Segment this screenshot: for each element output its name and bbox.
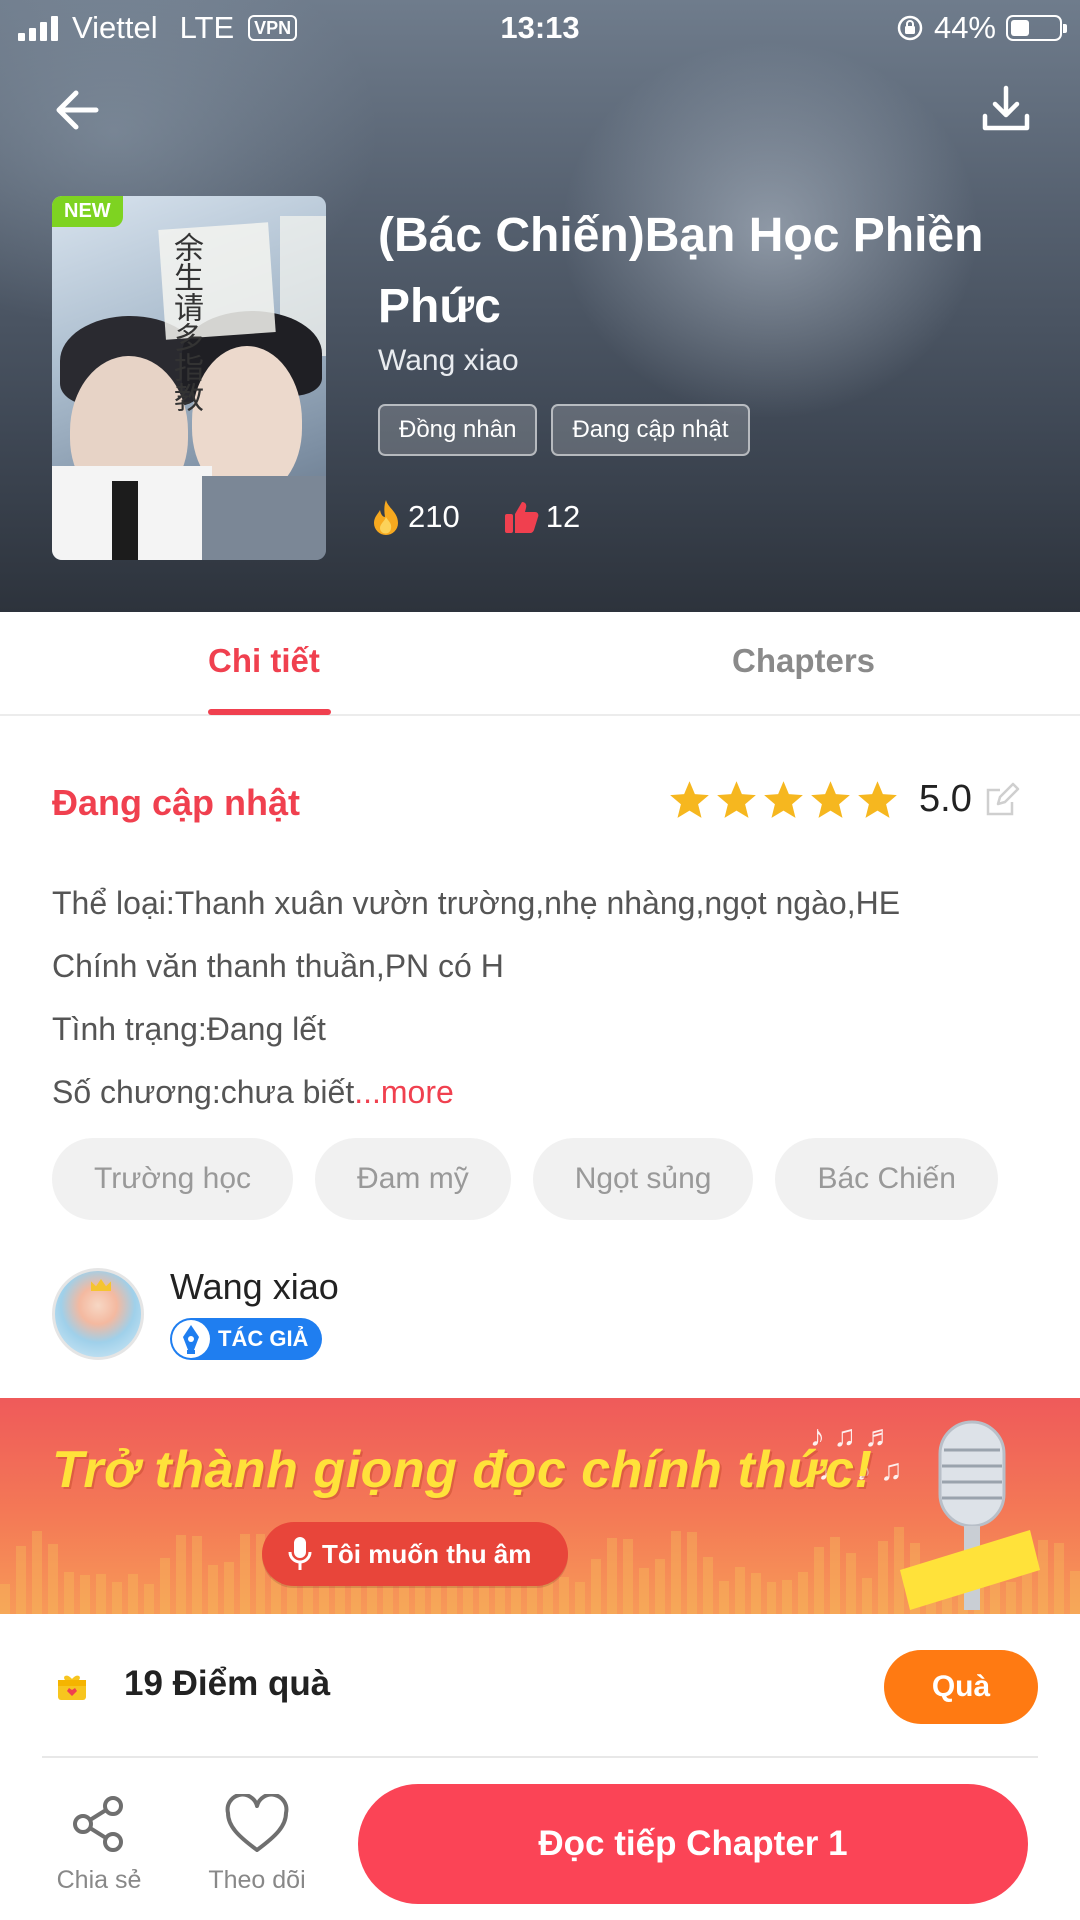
- fire-icon: [374, 500, 398, 535]
- description-line: Số chương:chưa biết...more: [52, 1061, 1032, 1124]
- description-text: Số chương:chưa biết: [52, 1074, 355, 1110]
- cover-title-text: 余生请多指教: [168, 232, 203, 412]
- continue-reading-button[interactable]: Đọc tiếp Chapter 1: [358, 1784, 1028, 1904]
- gift-points-text: 19 Điểm quà: [124, 1664, 331, 1703]
- rating-stars: [668, 779, 899, 821]
- back-button[interactable]: [50, 82, 106, 138]
- tag-category: Đồng nhân: [378, 404, 538, 456]
- record-button-label: Tôi muốn thu âm: [322, 1539, 532, 1569]
- star-icon: [811, 780, 850, 818]
- star-icon: [670, 780, 709, 818]
- rating-score: 5.0: [919, 778, 972, 820]
- likes-count: 12: [545, 499, 581, 534]
- author-badge-label: TÁC GIẢ: [218, 1326, 309, 1351]
- microphone-icon: [288, 1537, 312, 1570]
- status-bar: Viettel LTE VPN 13:13 44%: [0, 0, 1080, 56]
- new-badge: NEW: [52, 196, 123, 227]
- star-icon: [764, 780, 803, 818]
- genre-tags: Trường học Đam mỹ Ngọt sủng Bác Chiến: [52, 1138, 998, 1220]
- author-badge: TÁC GIẢ: [170, 1318, 323, 1360]
- share-icon: [73, 1796, 123, 1852]
- genre-tag[interactable]: Trường học: [52, 1138, 294, 1220]
- views-count: 210: [408, 499, 460, 534]
- avatar[interactable]: [52, 1268, 144, 1360]
- tag-status: Đang cập nhật: [551, 404, 750, 456]
- author-name[interactable]: Wang xiao: [170, 1266, 339, 1308]
- download-button[interactable]: [978, 82, 1034, 138]
- genre-tag[interactable]: Bác Chiến: [775, 1138, 998, 1220]
- active-tab-indicator: [208, 709, 331, 715]
- genre-tag[interactable]: Đam mỹ: [315, 1138, 511, 1220]
- update-status: Đang cập nhật: [52, 782, 301, 823]
- bottom-action-bar: Chia sẻ Theo dõi Đọc tiếp Chapter 1: [0, 1768, 1080, 1920]
- gift-points-row: 19 Điểm quà Quà: [0, 1614, 1080, 1762]
- star-icon: [858, 780, 897, 818]
- download-icon: [982, 85, 1030, 131]
- book-description: Thể loại:Thanh xuân vườn trường,nhẹ nhàn…: [52, 872, 1032, 1124]
- more-link[interactable]: ...more: [354, 1074, 454, 1110]
- thumbs-up-icon: [504, 502, 539, 533]
- tab-bar: Chi tiết Chapters: [0, 612, 1080, 716]
- microphone-illustration: [900, 1420, 1040, 1610]
- pen-icon: [172, 1320, 210, 1358]
- star-icon: [717, 780, 756, 818]
- share-button[interactable]: Chia sẻ: [46, 1794, 152, 1895]
- description-line: Chính văn thanh thuần,PN có H: [52, 948, 504, 984]
- gift-icon: [58, 1675, 86, 1700]
- tab-details[interactable]: Chi tiết: [208, 642, 320, 680]
- book-stats: 210 12: [370, 498, 624, 536]
- banner-title: Trở thành giọng đọc chính thức!: [52, 1441, 873, 1499]
- author-profile[interactable]: Wang xiao TÁC GIẢ: [52, 1266, 1032, 1366]
- book-author[interactable]: Wang xiao: [378, 344, 519, 378]
- genre-tag[interactable]: Ngọt sủng: [532, 1138, 754, 1220]
- book-tags: Đồng nhân Đang cập nhật: [378, 404, 750, 456]
- rotation-lock-icon: [897, 15, 923, 41]
- follow-label: Theo dõi: [208, 1866, 306, 1894]
- book-header: Viettel LTE VPN 13:13 44% 余生请多指教 NEW (Bá…: [0, 0, 1080, 612]
- voice-recruit-banner[interactable]: ♪ ♫ ♬ ♩ ♪ ♫ Trở thành giọng đọc chính th…: [0, 1398, 1080, 1614]
- book-cover[interactable]: 余生请多指教 NEW: [52, 196, 326, 560]
- battery-percent: 44%: [933, 10, 996, 45]
- divider: [42, 1756, 1038, 1758]
- description-line: Thể loại:Thanh xuân vườn trường,nhẹ nhàn…: [52, 885, 901, 921]
- tab-chapters[interactable]: Chapters: [732, 642, 875, 680]
- battery-icon: [1006, 15, 1067, 41]
- share-label: Chia sẻ: [56, 1866, 142, 1894]
- rating: 5.0: [668, 778, 1020, 821]
- heart-icon: [225, 1794, 289, 1852]
- gift-button[interactable]: Quà: [884, 1650, 1038, 1724]
- record-button[interactable]: Tôi muốn thu âm: [262, 1522, 568, 1586]
- book-title: (Bác Chiến)Bạn Học Phiền Phức: [378, 209, 984, 333]
- arrow-left-icon: [56, 90, 99, 130]
- edit-rating-icon[interactable]: [984, 782, 1020, 818]
- follow-button[interactable]: Theo dõi: [200, 1794, 314, 1895]
- description-line: Tình trạng:Đang lết: [52, 1011, 326, 1047]
